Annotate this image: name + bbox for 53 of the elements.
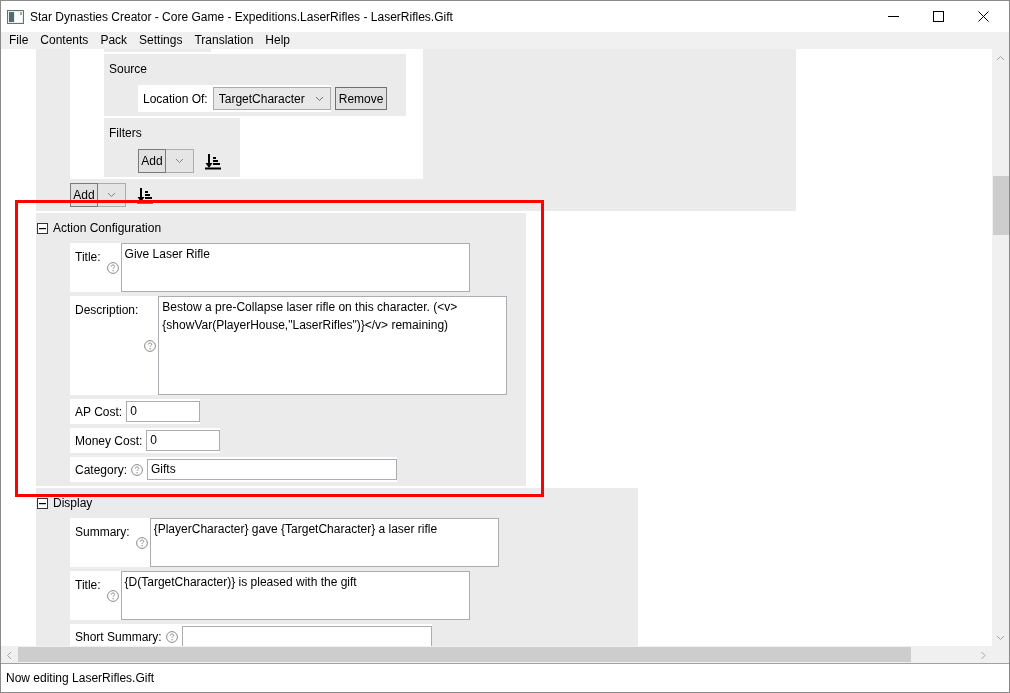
field-label: AP Cost:: [75, 404, 123, 419]
text-area[interactable]: Give Laser Rifle: [120, 243, 470, 292]
close-icon: [978, 11, 989, 22]
menu-item[interactable]: Translation: [188, 32, 260, 49]
scrollbar-thumb[interactable]: [993, 176, 1009, 235]
section-title: Action Configuration: [53, 221, 162, 235]
location-select[interactable]: TargetCharacter: [212, 87, 331, 110]
panel-title: Filters: [109, 125, 142, 141]
input-field[interactable]: Gifts: [147, 459, 398, 480]
field-label: Money Cost:: [75, 433, 143, 448]
chevron-up-icon: [996, 53, 1005, 62]
add-dropdown-button[interactable]: [166, 149, 194, 173]
window-title: Star Dynasties Creator - Core Game - Expeditions.LaserRifles - LaserRifles.Gift: [30, 9, 453, 24]
chevron-down-icon: [314, 94, 324, 103]
status-text: Now editing LaserRifles.Gift: [6, 671, 155, 685]
sort-icon[interactable]: [205, 152, 221, 170]
field-label: Short Summary:: [75, 629, 162, 644]
scrollbar-thumb[interactable]: [18, 647, 911, 662]
chevron-down-icon: [107, 191, 116, 199]
field-label: Title:: [75, 249, 101, 264]
input-field[interactable]: 0: [126, 401, 201, 422]
remove-button[interactable]: Remove: [334, 87, 388, 110]
minimize-icon: [888, 16, 899, 17]
add-button[interactable]: Add: [138, 149, 166, 173]
field-label: Summary:: [75, 524, 130, 539]
collapse-icon[interactable]: [37, 222, 48, 234]
horizontal-scrollbar[interactable]: [1, 646, 992, 663]
chevron-down-icon: [996, 633, 1005, 642]
add-button[interactable]: Add: [70, 183, 98, 207]
maximize-icon: [933, 11, 944, 22]
input-field[interactable]: [181, 626, 432, 646]
menu-item[interactable]: Settings: [133, 32, 189, 49]
menu-item[interactable]: Help: [259, 32, 297, 49]
field-label: Description:: [75, 302, 139, 317]
panel-title: Source: [109, 61, 148, 77]
section-title: Display: [53, 496, 93, 510]
chevron-right-icon: [979, 650, 988, 659]
menu-item[interactable]: File: [3, 32, 35, 49]
text-area[interactable]: {D(TargetCharacter)} is pleased with the gift: [120, 571, 470, 620]
text-area[interactable]: Bestow a pre-Collapse laser rifle on this character. (<v>{showVar(PlayerHouse,"LaserRifles")}</v> remaining): [158, 296, 508, 395]
chevron-down-icon: [175, 157, 184, 165]
field-label: Category:: [75, 462, 128, 477]
menu-item[interactable]: Pack: [94, 32, 134, 49]
sort-icon[interactable]: [137, 186, 153, 204]
app-icon: [7, 9, 24, 24]
input-field[interactable]: 0: [146, 430, 221, 451]
text-area[interactable]: {PlayerCharacter} gave {TargetCharacter} a laser rifle: [149, 518, 499, 567]
menu-item[interactable]: Contents: [34, 32, 95, 49]
field-label: Location Of:: [143, 91, 208, 106]
chevron-left-icon: [5, 650, 14, 659]
add-dropdown-button[interactable]: [98, 183, 126, 207]
collapse-icon[interactable]: [37, 497, 48, 509]
field-label: Title:: [75, 577, 101, 592]
